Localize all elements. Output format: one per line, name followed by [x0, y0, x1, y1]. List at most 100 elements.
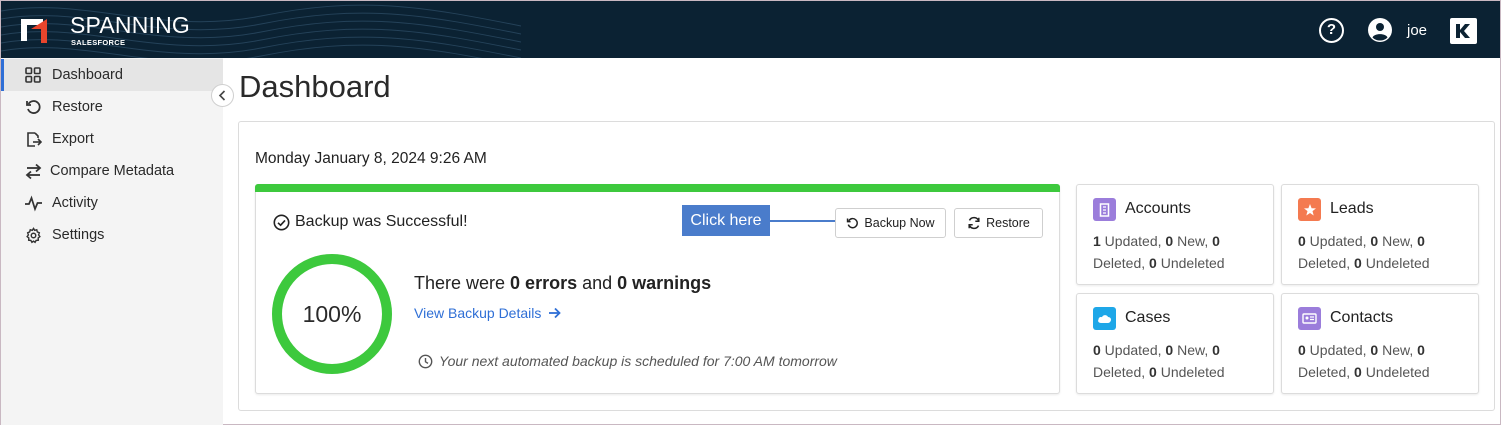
arrow-right-icon	[549, 307, 562, 319]
new-label: New,	[1173, 342, 1213, 358]
object-stats: 0 Updated, 0 New, 0 Deleted, 0 Undeleted	[1298, 339, 1468, 383]
deleted-label: Deleted,	[1093, 255, 1150, 271]
new-label: New,	[1173, 233, 1213, 249]
object-name: Cases	[1125, 309, 1171, 326]
object-card-leads[interactable]: Leads 0 Updated, 0 New, 0 Deleted, 0 Und…	[1281, 184, 1479, 285]
user-avatar-icon[interactable]	[1368, 18, 1392, 42]
sidebar-item-label: Compare Metadata	[50, 163, 175, 179]
kaseya-logo-icon[interactable]	[1450, 18, 1477, 44]
deleted-count: 0	[1212, 342, 1220, 358]
undeleted-label: Undeleted	[1361, 364, 1430, 380]
object-stats: 0 Updated, 0 New, 0 Deleted, 0 Undeleted	[1093, 339, 1263, 383]
refresh-icon	[968, 216, 980, 230]
undeleted-count: 0	[1354, 255, 1362, 271]
deleted-label: Deleted,	[1298, 364, 1355, 380]
restore-label: Restore	[986, 216, 1030, 230]
brand-subtitle: SALESFORCE	[71, 38, 126, 47]
help-icon[interactable]: ?	[1319, 18, 1344, 43]
undeleted-count: 0	[1354, 364, 1362, 380]
updated-count: 0	[1298, 342, 1306, 358]
backup-status-text: Backup was Successful!	[295, 213, 468, 230]
backup-success-bar	[255, 184, 1060, 192]
updated-count: 0	[1093, 342, 1101, 358]
sidebar-item-activity[interactable]: Activity	[1, 187, 223, 219]
object-card-accounts[interactable]: Accounts 1 Updated, 0 New, 0 Deleted, 0 …	[1076, 184, 1274, 285]
sidebar-item-label: Dashboard	[52, 67, 123, 83]
callout-pointer	[770, 220, 842, 222]
sidebar: Dashboard Restore Export Compare Metadat…	[1, 58, 223, 425]
deleted-label: Deleted,	[1093, 364, 1150, 380]
sidebar-item-dashboard[interactable]: Dashboard	[1, 59, 223, 91]
page-title: Dashboard	[239, 69, 391, 104]
gear-icon	[23, 225, 43, 245]
deleted-label: Deleted,	[1298, 255, 1355, 271]
object-stats: 0 Updated, 0 New, 0 Deleted, 0 Undeleted	[1298, 230, 1468, 274]
schedule-text: Your next automated backup is scheduled …	[439, 353, 837, 369]
undeleted-label: Undeleted	[1156, 364, 1225, 380]
updated-label: Updated,	[1305, 342, 1371, 358]
sidebar-item-label: Export	[52, 131, 94, 147]
sidebar-item-label: Restore	[52, 99, 103, 115]
export-icon	[23, 129, 43, 149]
errors-mid: and	[577, 273, 618, 293]
click-here-callout: Click here	[682, 205, 770, 236]
updated-label: Updated,	[1100, 342, 1166, 358]
compare-arrows-icon	[23, 161, 43, 181]
clock-icon	[418, 354, 433, 368]
restore-icon	[23, 97, 43, 117]
sidebar-item-label: Activity	[52, 195, 98, 211]
deleted-count: 0	[1212, 233, 1220, 249]
warnings-count: 0 warnings	[617, 273, 712, 293]
check-circle-icon	[273, 214, 290, 230]
object-name: Leads	[1330, 200, 1374, 217]
restore-icon	[847, 217, 859, 228]
undeleted-label: Undeleted	[1361, 255, 1430, 271]
contact-card-icon	[1298, 307, 1321, 330]
undeleted-label: Undeleted	[1156, 255, 1225, 271]
activity-pulse-icon	[23, 193, 43, 213]
backup-status: Backup was Successful!	[273, 213, 468, 231]
new-label: New,	[1378, 233, 1418, 249]
undeleted-count: 0	[1149, 255, 1157, 271]
brand-name: SPANNING	[70, 12, 191, 38]
sidebar-item-export[interactable]: Export	[1, 123, 223, 155]
updated-count: 0	[1298, 233, 1306, 249]
user-name[interactable]: joe	[1407, 22, 1427, 39]
updated-count: 1	[1093, 233, 1101, 249]
sidebar-item-compare-metadata[interactable]: Compare Metadata	[1, 155, 223, 187]
errors-summary: There were 0 errors and 0 warnings	[414, 273, 711, 294]
sidebar-item-label: Settings	[52, 227, 105, 243]
errors-prefix: There were	[414, 273, 511, 293]
backup-now-label: Backup Now	[864, 216, 935, 230]
next-backup-schedule: Your next automated backup is scheduled …	[418, 353, 837, 369]
object-name: Accounts	[1125, 200, 1191, 217]
updated-label: Updated,	[1100, 233, 1166, 249]
object-card-cases[interactable]: Cases 0 Updated, 0 New, 0 Deleted, 0 Und…	[1076, 293, 1274, 394]
backup-progress-label: 100%	[302, 300, 362, 327]
undeleted-count: 0	[1149, 364, 1157, 380]
backup-status-card: Backup was Successful! Click here Backup…	[255, 184, 1060, 394]
errors-count: 0 errors	[510, 273, 578, 293]
object-name: Contacts	[1330, 309, 1394, 326]
deleted-count: 0	[1417, 233, 1425, 249]
updated-label: Updated,	[1305, 233, 1371, 249]
view-backup-details-link[interactable]: View Backup Details	[414, 305, 562, 321]
cloud-icon	[1093, 307, 1116, 330]
chevron-left-icon	[218, 90, 226, 101]
sidebar-collapse-button[interactable]	[211, 84, 234, 107]
top-header: SPANNING SALESFORCE ? joe	[1, 1, 1500, 58]
backup-now-button[interactable]: Backup Now	[835, 208, 946, 238]
deleted-count: 0	[1417, 342, 1425, 358]
current-datetime: Monday January 8, 2024 9:26 AM	[255, 150, 487, 167]
spanning-logo-icon	[21, 19, 47, 43]
new-label: New,	[1378, 342, 1418, 358]
restore-button[interactable]: Restore	[954, 208, 1043, 238]
star-person-icon	[1298, 198, 1321, 221]
object-card-contacts[interactable]: Contacts 0 Updated, 0 New, 0 Deleted, 0 …	[1281, 293, 1479, 394]
building-icon	[1093, 198, 1116, 221]
view-backup-details-label: View Backup Details	[414, 305, 542, 321]
sidebar-item-settings[interactable]: Settings	[1, 219, 223, 251]
sidebar-item-restore[interactable]: Restore	[1, 91, 223, 123]
dashboard-grid-icon	[23, 65, 43, 85]
object-stats: 1 Updated, 0 New, 0 Deleted, 0 Undeleted	[1093, 230, 1263, 274]
